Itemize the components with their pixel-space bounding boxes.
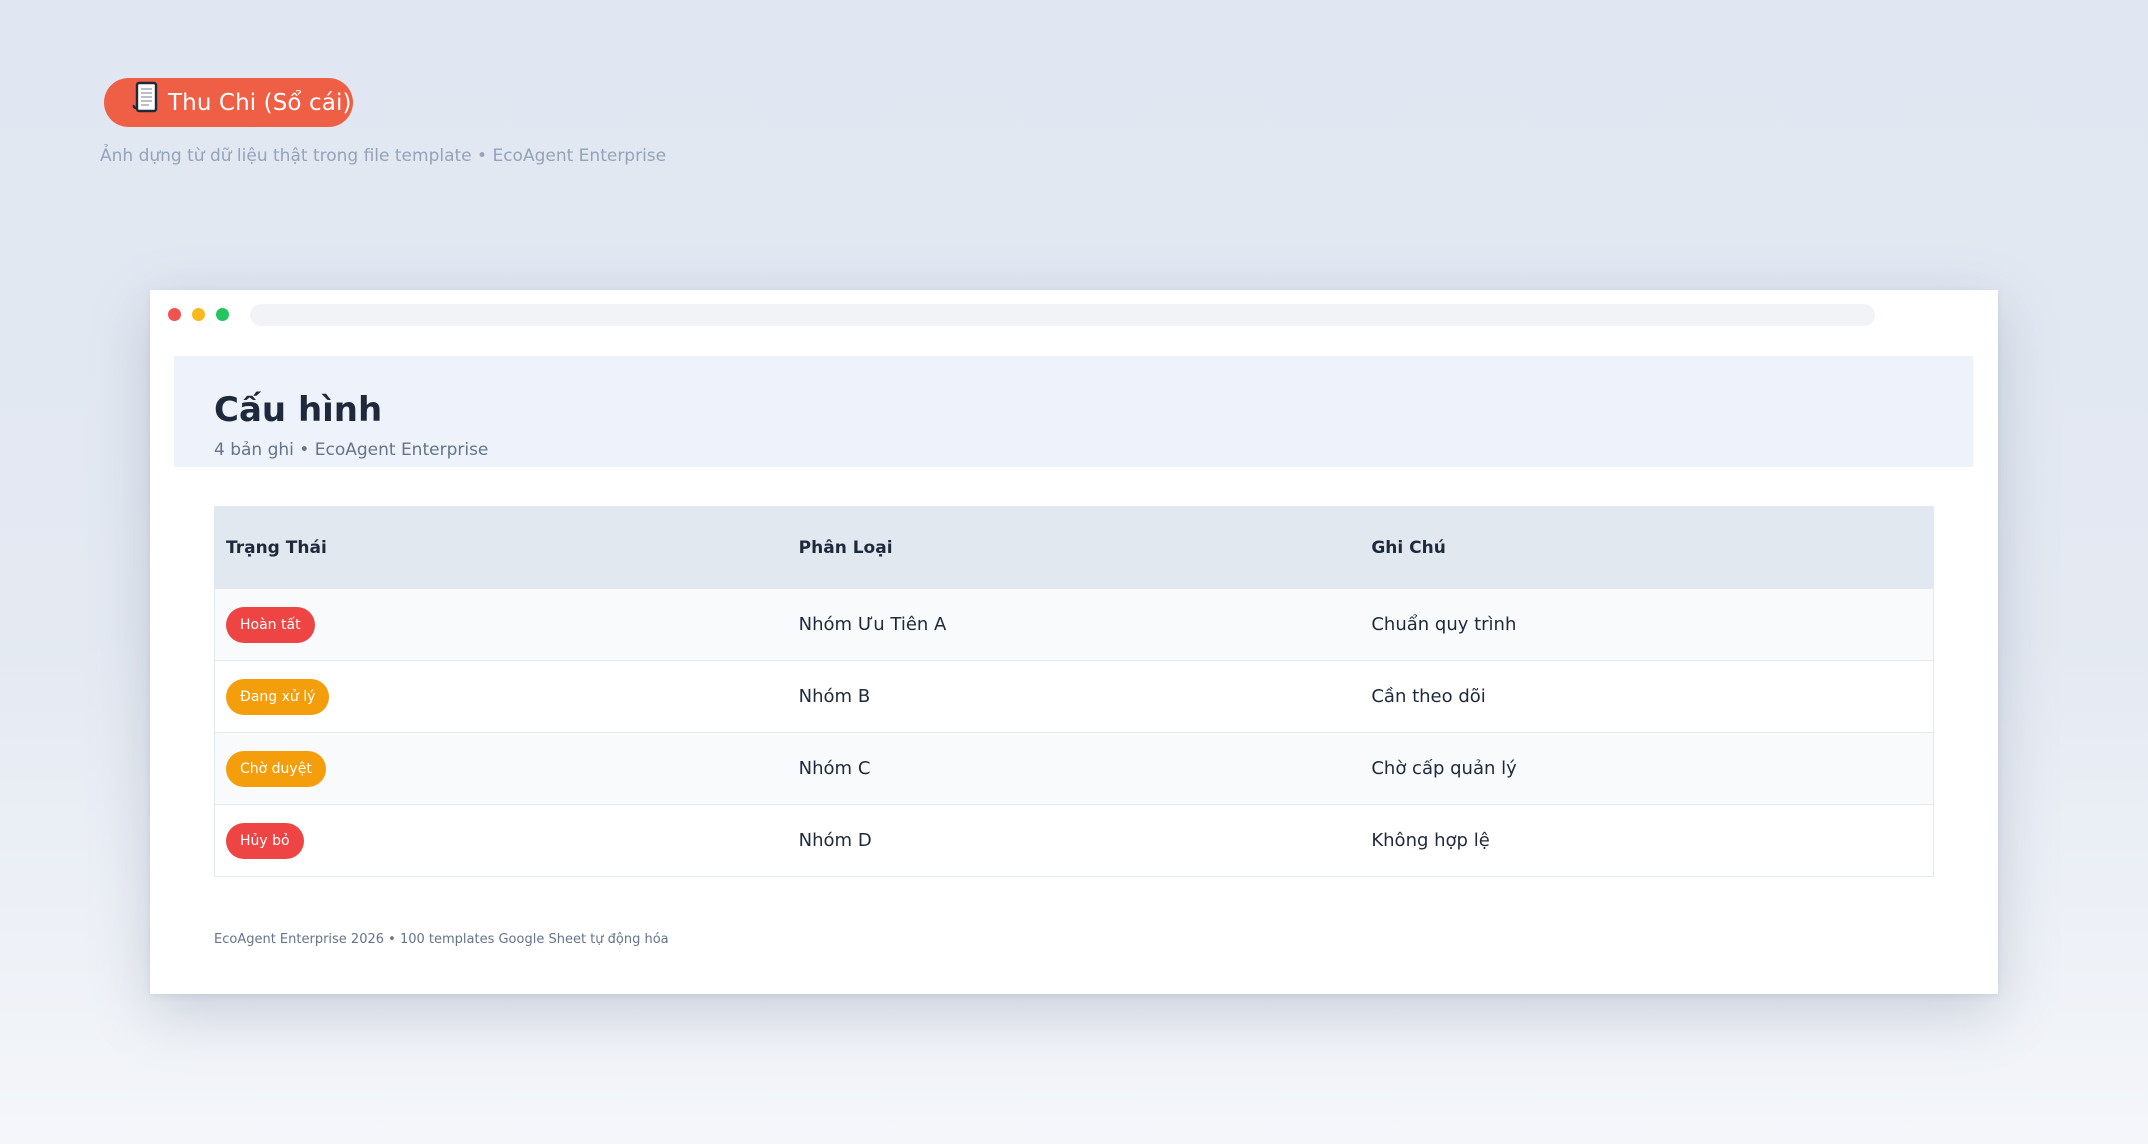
table-row[interactable]: Đang xử lý Nhóm B Cần theo dõi: [215, 660, 1933, 732]
status-cell: Hủy bỏ: [215, 822, 788, 859]
status-badge: Chờ duyệt: [226, 750, 326, 787]
column-header-note[interactable]: Ghi Chú: [1360, 538, 1933, 558]
records-table: Trạng Thái Phân Loại Ghi Chú Hoàn tất Nh…: [214, 506, 1934, 877]
note-cell: Không hợp lệ: [1371, 830, 1490, 851]
scroll-icon: [132, 80, 162, 114]
page-subtitle: 4 bản ghi • EcoAgent Enterprise: [214, 440, 489, 460]
table-header: Trạng Thái Phân Loại Ghi Chú: [215, 507, 1933, 588]
note-cell: Chuẩn quy trình: [1371, 614, 1517, 635]
status-cell: Đang xử lý: [215, 678, 788, 715]
window-maximize-dot: [216, 308, 229, 321]
category-badge: Thu Chi (Sổ cái): [104, 78, 353, 127]
column-header-category[interactable]: Phân Loại: [788, 538, 1361, 558]
status-cell: Hoàn tất: [215, 606, 788, 643]
status-badge: Hoàn tất: [226, 606, 315, 643]
table-row[interactable]: Hủy bỏ Nhóm D Không hợp lệ: [215, 804, 1933, 876]
status-badge: Hủy bỏ: [226, 822, 304, 859]
category-cell: Nhóm B: [798, 686, 871, 707]
badge-label: Thu Chi (Sổ cái): [168, 89, 352, 116]
page-footer: EcoAgent Enterprise 2026 • 100 templates…: [214, 932, 669, 947]
status-badge: Đang xử lý: [226, 678, 330, 715]
address-bar[interactable]: [250, 304, 1875, 326]
category-cell: Nhóm D: [798, 830, 872, 851]
category-cell: Nhóm Ưu Tiên A: [798, 614, 947, 635]
browser-window: Cấu hình 4 bản ghi • EcoAgent Enterprise…: [150, 290, 1998, 994]
window-minimize-dot: [192, 308, 205, 321]
window-close-dot: [168, 308, 181, 321]
image-caption: Ảnh dựng từ dữ liệu thật trong file temp…: [100, 146, 667, 166]
category-cell: Nhóm C: [798, 758, 871, 779]
page-title: Cấu hình: [214, 390, 383, 430]
status-cell: Chờ duyệt: [215, 750, 788, 787]
page-header: Cấu hình 4 bản ghi • EcoAgent Enterprise: [174, 356, 1973, 467]
note-cell: Cần theo dõi: [1371, 686, 1486, 707]
column-header-status[interactable]: Trạng Thái: [215, 538, 788, 558]
table-row[interactable]: Chờ duyệt Nhóm C Chờ cấp quản lý: [215, 732, 1933, 804]
table-row[interactable]: Hoàn tất Nhóm Ưu Tiên A Chuẩn quy trình: [215, 588, 1933, 660]
note-cell: Chờ cấp quản lý: [1371, 758, 1517, 779]
